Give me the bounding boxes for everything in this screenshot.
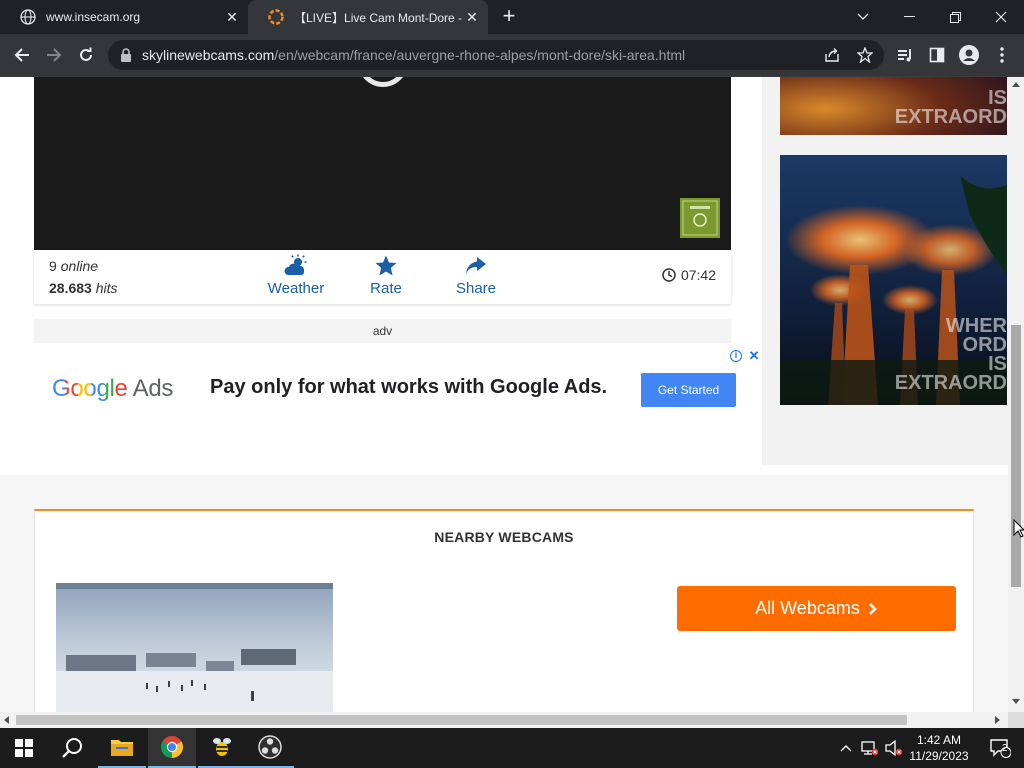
- tab-title: www.insecam.org: [46, 10, 141, 24]
- local-time: 07:42: [662, 267, 716, 283]
- scrollbar-corner: [1008, 712, 1024, 728]
- snowy-ski-station-image: [56, 583, 333, 712]
- all-webcams-button[interactable]: All Webcams: [677, 586, 956, 631]
- windows-logo-icon: [15, 739, 33, 757]
- address-bar[interactable]: skylinewebcams.com/en/webcam/france/auve…: [108, 40, 884, 70]
- nearby-webcams-title: NEARBY WEBCAMS: [434, 529, 574, 545]
- volume-muted-icon[interactable]: [882, 728, 906, 768]
- star-icon: [375, 255, 397, 276]
- all-webcams-label: All Webcams: [755, 598, 860, 618]
- lock-icon[interactable]: [120, 48, 132, 62]
- google-ads-banner[interactable]: i ✕ Google Ads Pay only for what works w…: [34, 347, 761, 439]
- tab-insecam[interactable]: www.insecam.org ✕: [0, 0, 248, 34]
- chevron-right-icon: [868, 603, 877, 615]
- side-ad-supertrees[interactable]: WHER ORD IS EXTRAORD: [780, 155, 1007, 405]
- google-ads-logo: Google Ads: [52, 375, 174, 402]
- tab-search-chevron-icon[interactable]: [840, 0, 886, 34]
- weather-button[interactable]: Weather: [256, 254, 336, 297]
- share-label: Share: [455, 280, 497, 297]
- new-tab-button[interactable]: +: [498, 5, 520, 27]
- windows-taskbar: 1:42 AM 11/29/2023 2: [0, 728, 1024, 768]
- close-tab-icon[interactable]: ✕: [222, 9, 242, 26]
- horizontal-scrollbar[interactable]: [0, 712, 1008, 728]
- profile-avatar-icon[interactable]: [956, 42, 982, 68]
- nearby-webcams-card: NEARBY WEBCAMS All Webcams: [34, 509, 974, 712]
- side-ad-supertrees-tagline: WHER ORD IS EXTRAORD: [894, 315, 1007, 394]
- close-tab-icon[interactable]: ✕: [462, 9, 482, 26]
- rate-button[interactable]: Rate: [346, 254, 426, 297]
- menu-kebab-icon[interactable]: [989, 42, 1015, 68]
- ad-close-icon[interactable]: ✕: [749, 348, 760, 363]
- system-time: 1:42 AM: [916, 733, 962, 747]
- scroll-left-arrow-icon[interactable]: [4, 716, 10, 724]
- tab-title: 【LIVE】Live Cam Mont-Dore - Fr: [294, 10, 462, 25]
- webcam-video-player[interactable]: [34, 77, 731, 250]
- vertical-scrollbar[interactable]: [1008, 77, 1024, 712]
- obs-icon: [258, 735, 282, 759]
- chrome-button[interactable]: [148, 728, 196, 768]
- online-count: 9 online: [49, 258, 99, 274]
- chrome-icon: [161, 736, 183, 758]
- get-started-button[interactable]: Get Started: [641, 373, 736, 407]
- bookmark-star-icon[interactable]: [857, 47, 873, 63]
- tab-skylinewebcams[interactable]: 【LIVE】Live Cam Mont-Dore - Fr ✕: [248, 0, 488, 34]
- webcam-provider-logo: [680, 198, 720, 238]
- side-panel-icon[interactable]: [924, 42, 950, 68]
- nearby-webcam-thumbnail[interactable]: [56, 583, 333, 712]
- hits-count: 28.683 hits: [49, 280, 118, 296]
- file-explorer-button[interactable]: [98, 728, 146, 768]
- start-button[interactable]: [0, 728, 48, 768]
- media-control-icon[interactable]: [892, 42, 918, 68]
- notification-count: 2: [1002, 743, 1008, 754]
- notification-center-button[interactable]: 2: [976, 728, 1024, 768]
- bee-app-button[interactable]: [198, 728, 246, 768]
- share-page-icon[interactable]: [824, 47, 840, 63]
- nearby-section: NEARBY WEBCAMS All Webcams: [0, 475, 1008, 712]
- share-button[interactable]: Share: [436, 254, 516, 297]
- minimize-button[interactable]: [886, 0, 932, 34]
- system-date: 11/29/2023: [909, 749, 969, 763]
- vertical-scroll-thumb[interactable]: [1011, 325, 1021, 587]
- page-viewport: 9 online 28.683 hits Weather Rate Share: [0, 77, 1008, 712]
- sidebar-ad-column: IS EXTRAORD WHER ORD IS EXTRAORD: [762, 77, 1008, 465]
- obs-button[interactable]: [246, 728, 294, 768]
- tray-overflow-chevron-icon[interactable]: [834, 728, 858, 768]
- scroll-down-arrow-icon[interactable]: [1012, 699, 1020, 705]
- weather-cloud-sun-icon: [284, 254, 307, 275]
- clock-icon: [662, 268, 676, 282]
- browser-tab-strip: www.insecam.org ✕ 【LIVE】Live Cam Mont-Do…: [0, 0, 1024, 34]
- rate-label: Rate: [370, 280, 402, 297]
- bee-icon: [213, 738, 231, 756]
- system-clock[interactable]: 1:42 AM 11/29/2023: [905, 732, 973, 764]
- folder-icon: [111, 740, 133, 756]
- search-icon: [62, 738, 82, 758]
- skyline-logo-icon: [268, 9, 284, 25]
- network-icon[interactable]: [858, 728, 882, 768]
- browser-toolbar: skylinewebcams.com/en/webcam/france/auve…: [0, 34, 1024, 77]
- ad-headline[interactable]: Pay only for what works with Google Ads.: [210, 376, 607, 399]
- restore-button[interactable]: [932, 0, 978, 34]
- horizontal-scroll-thumb[interactable]: [16, 715, 907, 725]
- close-window-button[interactable]: [978, 0, 1024, 34]
- webcam-info-bar: 9 online 28.683 hits Weather Rate Share: [34, 250, 731, 304]
- search-button[interactable]: [48, 728, 96, 768]
- play-button-ring[interactable]: [358, 77, 408, 87]
- side-ad-top-tagline: IS EXTRAORD: [894, 87, 1007, 128]
- weather-label: Weather: [267, 280, 325, 297]
- share-arrow-icon: [466, 257, 486, 274]
- local-time-text: 07:42: [680, 267, 716, 283]
- globe-icon: [20, 9, 36, 25]
- scroll-right-arrow-icon[interactable]: [995, 716, 1001, 724]
- mouse-cursor-icon: [1013, 519, 1024, 538]
- adv-label: adv: [34, 319, 731, 343]
- url-text[interactable]: skylinewebcams.com/en/webcam/france/auve…: [142, 47, 685, 63]
- scroll-up-arrow-icon[interactable]: [1012, 82, 1020, 88]
- reload-button[interactable]: [73, 42, 99, 68]
- back-button[interactable]: [9, 42, 35, 68]
- ad-info-icon[interactable]: i: [730, 349, 742, 362]
- forward-button[interactable]: [41, 42, 67, 68]
- ad-choices-icons[interactable]: i ✕: [730, 347, 760, 364]
- side-ad-top[interactable]: IS EXTRAORD: [780, 77, 1007, 135]
